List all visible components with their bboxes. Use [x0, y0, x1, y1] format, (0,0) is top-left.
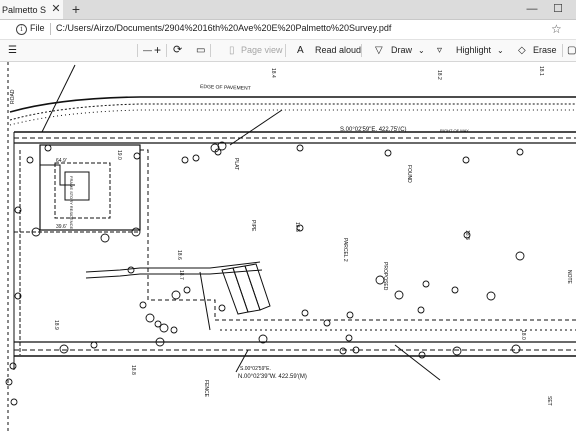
- fit-page-icon[interactable]: ▭: [196, 43, 205, 58]
- toolbar-divider: [137, 44, 138, 57]
- svg-text:PROPOSED: PROPOSED: [382, 262, 388, 291]
- toolbar-divider: [285, 44, 286, 57]
- add-notes-icon[interactable]: ▢: [567, 43, 576, 58]
- bearing-bottom-label-2: N.00°02'39"W. 422.59'(M): [238, 374, 307, 380]
- address-bar: i File C:/Users/Airzo/Documents/2904%201…: [0, 20, 576, 40]
- svg-text:18.2: 18.2: [436, 70, 442, 80]
- zoom-in-button[interactable]: +: [154, 43, 161, 58]
- info-icon[interactable]: i: [16, 24, 27, 35]
- read-aloud-button[interactable]: Read aloud: [315, 43, 361, 58]
- house-dim-top: 64.9': [56, 158, 67, 164]
- browser-tab[interactable]: Palmetto Survey ✕: [0, 0, 63, 19]
- svg-text:18.4: 18.4: [270, 68, 276, 78]
- tab-bar: Palmetto Survey ✕ + — ☐: [0, 0, 576, 20]
- svg-text:18.9: 18.9: [53, 320, 59, 330]
- highlight-icon[interactable]: ▿: [437, 43, 442, 58]
- svg-text:NOTE: NOTE: [566, 270, 572, 285]
- toolbar-divider: [361, 44, 362, 57]
- page-view-button[interactable]: Page view: [241, 43, 283, 58]
- erase-button[interactable]: Erase: [533, 43, 557, 58]
- tab-title: Palmetto Survey: [2, 4, 46, 15]
- draw-icon[interactable]: ▽: [375, 43, 383, 58]
- right-of-way-label: RIGHT OF WAY: [440, 128, 469, 133]
- toolbar-divider: [210, 44, 211, 57]
- svg-text:PLAT: PLAT: [233, 158, 239, 170]
- svg-text:18.7: 18.7: [178, 270, 184, 280]
- highlight-chevron-down-icon[interactable]: ⌄: [497, 43, 504, 58]
- read-aloud-icon[interactable]: A: [297, 43, 304, 58]
- toolbar-divider: [166, 44, 167, 57]
- svg-text:18.5: 18.5: [294, 222, 300, 232]
- svg-text:SET: SET: [546, 396, 552, 406]
- svg-text:18.1: 18.1: [538, 66, 544, 76]
- svg-text:18.3: 18.3: [464, 230, 470, 240]
- draw-chevron-down-icon[interactable]: ⌄: [418, 43, 425, 58]
- house-label: FRAME STORY RESIDENCE: [69, 176, 74, 229]
- toolbar-divider: [562, 44, 563, 57]
- svg-text:18.0: 18.0: [520, 330, 526, 340]
- maximize-button[interactable]: ☐: [548, 1, 568, 17]
- close-tab-icon[interactable]: ✕: [49, 2, 63, 16]
- pdf-toolbar: ☰ — + ⟳ ▭ ▯ Page view A Read aloud ▽ Dra…: [0, 40, 576, 62]
- svg-text:19.0: 19.0: [116, 150, 122, 160]
- svg-text:PIPE: PIPE: [250, 220, 256, 232]
- pdf-document[interactable]: 19.0 18.6 18.7 18.5 18.4 18.2 18.1 18.3 …: [0, 62, 576, 432]
- toc-icon[interactable]: ☰: [8, 43, 17, 58]
- bearing-top-label: S.00°02'59"E. 422.75'(C): [340, 127, 407, 133]
- favorite-star-icon[interactable]: ☆: [551, 22, 562, 36]
- house-dim-bottom: 39.6': [56, 224, 67, 230]
- eraser-icon[interactable]: ◇: [518, 43, 526, 58]
- svg-text:FENCE: FENCE: [203, 380, 209, 398]
- minimize-button[interactable]: —: [522, 1, 542, 17]
- svg-text:18.8: 18.8: [130, 365, 136, 375]
- draw-button[interactable]: Draw: [391, 43, 412, 58]
- parcel-label: PARCEL 2: [342, 238, 348, 262]
- address-url[interactable]: C:/Users/Airzo/Documents/2904%2016th%20A…: [56, 23, 391, 33]
- svg-text:18.6: 18.6: [176, 250, 182, 260]
- page-view-icon[interactable]: ▯: [229, 43, 235, 58]
- zoom-out-button[interactable]: —: [143, 43, 152, 58]
- svg-text:FOUND: FOUND: [406, 165, 412, 183]
- bearing-bottom-label-1: S.00°02'59"E.: [240, 366, 271, 372]
- edge-of-pavement-label: EDGE OF PAVEMENT: [200, 84, 251, 92]
- highlight-button[interactable]: Highlight: [456, 43, 491, 58]
- rotate-icon[interactable]: ⟳: [173, 43, 182, 58]
- svg-text:ROAD: ROAD: [10, 89, 16, 104]
- new-tab-button[interactable]: +: [68, 1, 84, 17]
- address-divider: [50, 23, 51, 35]
- address-scheme: File: [30, 23, 45, 33]
- survey-drawing: 19.0 18.6 18.7 18.5 18.4 18.2 18.1 18.3 …: [5, 62, 576, 432]
